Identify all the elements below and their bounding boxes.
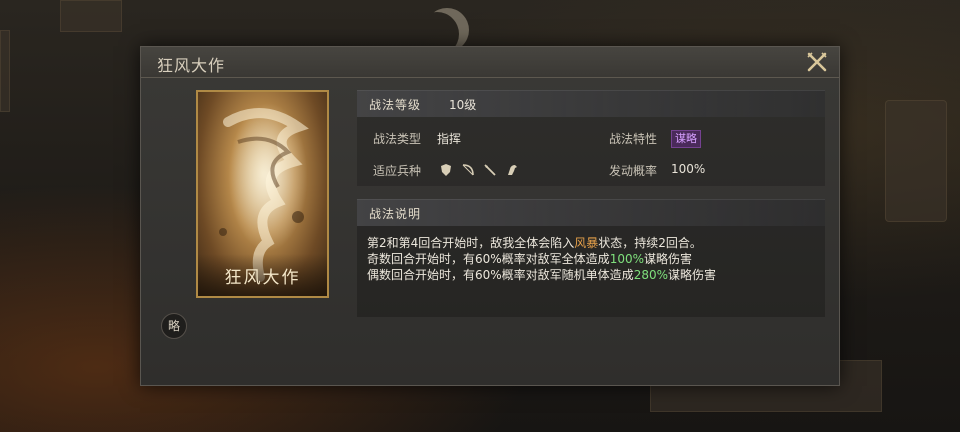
spear-icon bbox=[484, 164, 496, 176]
left-edge-panel bbox=[0, 30, 10, 112]
level-label: 战法等级 bbox=[369, 98, 422, 112]
chance-label: 发动概率 bbox=[609, 164, 658, 178]
desc-line1-text: 第2和第4回合开始时，敌我全体会陷入 bbox=[367, 236, 575, 250]
description-line-2: 奇数回合开始时，有60%概率对敌军全体造成100%谋略伤害 bbox=[367, 251, 817, 267]
tactic-info-panel: 战法等级 10级 战法类型 指挥 战法特性 谋略 适应兵种 发动概率 100% bbox=[357, 90, 825, 186]
desc-line3-text: 偶数回合开始时，有60%概率对敌军随机单体造成 bbox=[367, 268, 634, 282]
top-left-panel bbox=[60, 0, 122, 32]
game-background: 狂风大作 狂风大作 略 战法等级 10级 战法类型 指挥 战法特性 谋略 适应兵… bbox=[0, 0, 960, 432]
horse-icon bbox=[508, 165, 517, 175]
close-icon bbox=[807, 52, 827, 72]
desc-line2-suffix: 谋略伤害 bbox=[644, 252, 693, 266]
trait-label: 战法特性 bbox=[609, 132, 658, 146]
dialog-titlebar: 狂风大作 bbox=[141, 47, 839, 78]
desc-line3-highlight: 280% bbox=[633, 268, 668, 282]
description-line-3: 偶数回合开始时，有60%概率对敌军随机单体造成280%谋略伤害 bbox=[367, 267, 817, 283]
description-header-label: 战法说明 bbox=[369, 207, 422, 221]
dialog-title: 狂风大作 bbox=[157, 56, 226, 75]
card-name: 狂风大作 bbox=[224, 268, 301, 288]
tactic-card: 狂风大作 bbox=[196, 90, 329, 298]
type-label: 战法类型 bbox=[373, 132, 422, 146]
bow-icon bbox=[462, 164, 474, 176]
close-button[interactable] bbox=[805, 50, 829, 74]
level-header: 战法等级 10级 bbox=[357, 90, 825, 117]
level-value: 10级 bbox=[449, 98, 477, 112]
desc-line3-suffix: 谋略伤害 bbox=[668, 268, 717, 282]
strategy-badge: 略 bbox=[161, 313, 187, 339]
right-side-panel bbox=[885, 100, 947, 222]
desc-line1-highlight: 风暴 bbox=[574, 236, 599, 250]
description-header: 战法说明 bbox=[357, 199, 825, 226]
unit-icons bbox=[439, 163, 529, 177]
description-text: 第2和第4回合开始时，敌我全体会陷入风暴状态，持续2回合。 奇数回合开始时，有6… bbox=[367, 235, 817, 283]
chance-value: 100% bbox=[671, 162, 706, 176]
desc-line1-suffix: 状态，持续2回合。 bbox=[598, 236, 702, 250]
desc-line2-highlight: 100% bbox=[609, 252, 644, 266]
tactic-detail-dialog: 狂风大作 狂风大作 略 战法等级 10级 战法类型 指挥 战法特性 谋略 适应兵… bbox=[140, 46, 840, 386]
desc-line2-text: 奇数回合开始时，有60%概率对敌军全体造成 bbox=[367, 252, 610, 266]
shield-icon bbox=[441, 164, 451, 176]
tactic-description-panel: 战法说明 第2和第4回合开始时，敌我全体会陷入风暴状态，持续2回合。 奇数回合开… bbox=[357, 199, 825, 317]
type-value: 指挥 bbox=[437, 132, 462, 146]
description-line-1: 第2和第4回合开始时，敌我全体会陷入风暴状态，持续2回合。 bbox=[367, 235, 817, 251]
trait-tag: 谋略 bbox=[671, 130, 701, 148]
units-label: 适应兵种 bbox=[373, 164, 422, 178]
